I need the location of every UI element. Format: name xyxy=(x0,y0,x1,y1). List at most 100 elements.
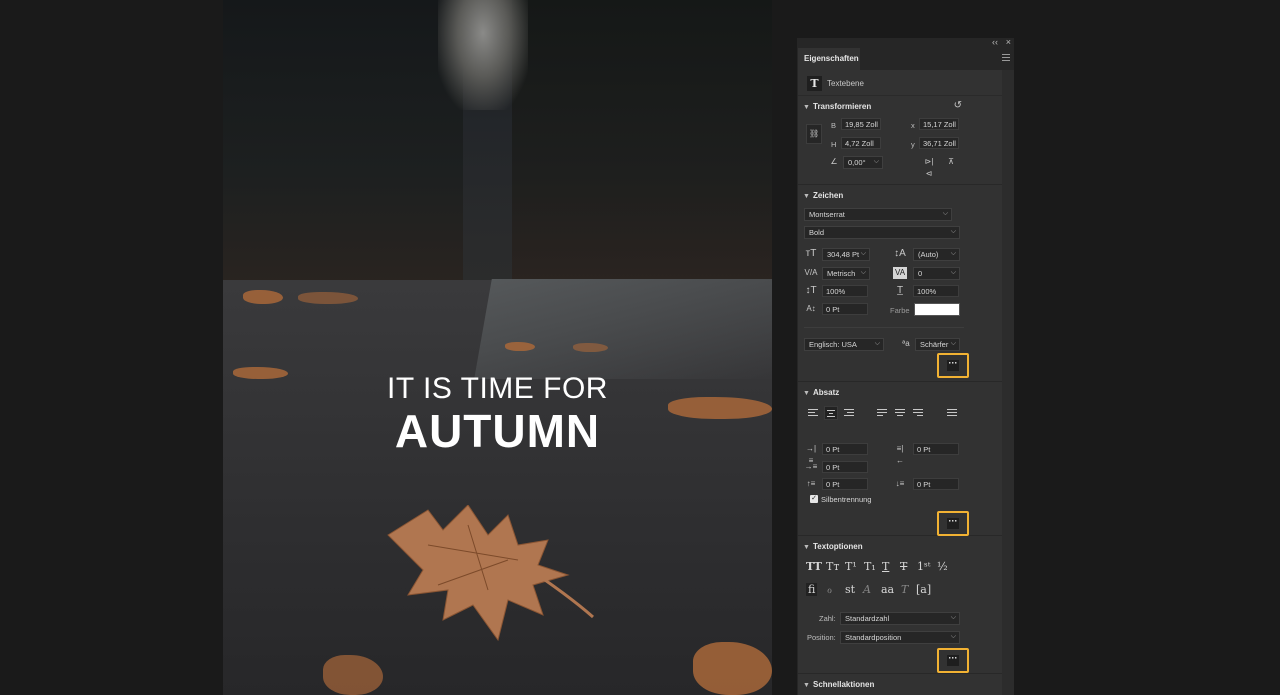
chevron-down-icon: ▼ xyxy=(803,104,810,111)
section-header-paragraph[interactable]: ▼ Absatz xyxy=(803,388,839,397)
oldstyle-icon[interactable]: T xyxy=(901,583,908,596)
character-more-button[interactable]: ··· xyxy=(937,353,969,378)
space-before-icon: ↑≡ xyxy=(806,479,816,488)
tracking-icon: VA xyxy=(893,267,907,279)
indent-first-line-field[interactable]: 0 Pt xyxy=(822,461,868,473)
flip-horizontal-icon[interactable]: ⊳|⊲ xyxy=(922,156,936,180)
contextual-alternates-icon[interactable]: [a] xyxy=(916,583,931,596)
space-after-field[interactable]: 0 Pt xyxy=(913,478,959,490)
horizontal-scale-icon: T̲ xyxy=(896,285,904,296)
baseline-shift-icon: A↕ xyxy=(806,304,816,313)
section-text-options: ▼ Textoptionen TT Tᴛ T¹ T₁ T T 1ˢᵗ ½ ﬁ ℴ … xyxy=(798,536,1014,674)
section-header-quick-actions[interactable]: ▼ Schnellaktionen xyxy=(803,680,874,689)
chevron-down-icon: ▼ xyxy=(803,390,810,397)
x-label: x xyxy=(911,121,915,130)
fallen-leaf xyxy=(243,290,283,304)
headline-line-1[interactable]: IT IS TIME FOR xyxy=(223,372,772,406)
number-label: Zahl: xyxy=(819,614,836,623)
layer-type-row: T Textebene xyxy=(798,70,1014,96)
indent-right-field[interactable]: 0 Pt xyxy=(913,443,959,455)
stylistic-alternates-icon[interactable]: A xyxy=(863,583,871,596)
angle-field[interactable]: 0,00° ⌵ xyxy=(843,156,883,169)
link-dimensions-button[interactable]: ⛓ xyxy=(806,124,822,144)
fractions-icon[interactable]: ½ xyxy=(937,560,948,573)
kerning-field[interactable]: Metrisch ⌵ xyxy=(822,267,870,280)
y-label: y xyxy=(911,140,915,149)
justify-last-right-button[interactable] xyxy=(911,406,925,420)
panel-titlebar: ‹‹ × xyxy=(798,37,1014,48)
space-after-icon: ↓≡ xyxy=(895,479,905,488)
subscript-icon[interactable]: T₁ xyxy=(864,560,876,573)
font-style-dropdown[interactable]: Bold ⌵ xyxy=(804,226,960,239)
fallen-leaf xyxy=(298,292,358,304)
tab-properties[interactable]: Eigenschaften xyxy=(798,48,860,70)
kerning-icon: V/A xyxy=(804,268,818,277)
underline-icon[interactable]: T xyxy=(882,560,889,573)
leading-icon: ↕A xyxy=(894,248,906,259)
document-canvas[interactable]: IT IS TIME FOR AUTUMN xyxy=(223,0,772,695)
divider xyxy=(804,327,964,328)
forest-right xyxy=(512,0,772,290)
x-field[interactable]: 15,17 Zoll xyxy=(919,118,959,130)
swash-icon[interactable]: st xyxy=(845,583,855,596)
forest-left xyxy=(223,0,463,290)
chain-link-icon: ⛓ xyxy=(809,129,820,138)
text-options-more-button[interactable]: ··· xyxy=(937,648,969,673)
section-header-transform[interactable]: ▼ Transformieren xyxy=(803,102,871,111)
all-caps-icon[interactable]: TT xyxy=(806,560,822,573)
justify-last-center-button[interactable] xyxy=(893,406,907,420)
text-color-swatch[interactable] xyxy=(914,303,960,316)
position-label: Position: xyxy=(807,633,836,642)
horizontal-scale-field[interactable]: 100% xyxy=(913,285,959,297)
hyphenate-checkbox[interactable]: ✓ xyxy=(810,495,818,503)
space-before-field[interactable]: 0 Pt xyxy=(822,478,868,490)
justify-all-button[interactable] xyxy=(945,406,959,420)
collapse-icon[interactable]: ‹‹ xyxy=(992,37,998,47)
section-header-character[interactable]: ▼ Zeichen xyxy=(803,191,843,200)
flip-vertical-icon[interactable]: ⊼ xyxy=(945,156,957,168)
fallen-leaf xyxy=(573,343,608,352)
text-layer-icon: T xyxy=(807,76,822,91)
ordinals-icon[interactable]: 1ˢᵗ xyxy=(917,560,930,573)
width-field[interactable]: 19,85 Zoll xyxy=(841,118,881,130)
align-center-button[interactable] xyxy=(824,406,838,420)
chevron-down-icon: ▼ xyxy=(803,682,810,689)
properties-panel: ‹‹ × Eigenschaften T Textebene ▼ Transfor… xyxy=(797,37,1014,695)
font-size-field[interactable]: 304,48 Pt ⌵ xyxy=(822,248,870,261)
section-quick-actions: ▼ Schnellaktionen xyxy=(798,674,1014,694)
strikethrough-icon[interactable]: T xyxy=(900,560,907,573)
baseline-shift-field[interactable]: 0 Pt xyxy=(822,303,868,315)
indent-first-line-icon: →≡ xyxy=(804,462,818,471)
superscript-icon[interactable]: T¹ xyxy=(845,560,857,573)
justify-last-left-button[interactable] xyxy=(875,406,889,420)
y-field[interactable]: 36,71 Zoll xyxy=(919,137,959,149)
height-field[interactable]: 4,72 Zoll xyxy=(841,137,881,149)
align-right-button[interactable] xyxy=(842,406,856,420)
vertical-scale-field[interactable]: 100% xyxy=(822,285,868,297)
indent-left-field[interactable]: 0 Pt xyxy=(822,443,868,455)
align-left-button[interactable] xyxy=(806,406,820,420)
leading-field[interactable]: (Auto) ⌵ xyxy=(913,248,960,261)
maple-leaf xyxy=(387,505,594,642)
language-dropdown[interactable]: Englisch: USA ⌵ xyxy=(804,338,884,351)
headline-line-2[interactable]: AUTUMN xyxy=(223,404,772,458)
ligatures-icon[interactable]: ﬁ xyxy=(806,583,818,596)
chevron-down-icon: ▼ xyxy=(803,544,810,551)
paragraph-more-button[interactable]: ··· xyxy=(937,511,969,536)
section-paragraph: ▼ Absatz →|≡ 0 Pt ≡|← 0 Pt →≡ 0 Pt ↑≡ 0 P… xyxy=(798,382,1014,536)
hyphenate-label: Silbentrennung xyxy=(821,495,872,504)
close-icon[interactable]: × xyxy=(1006,37,1011,47)
titling-alternates-icon[interactable]: aa xyxy=(881,583,894,596)
panel-menu-icon[interactable] xyxy=(1002,54,1010,61)
small-caps-icon[interactable]: Tᴛ xyxy=(826,560,839,573)
reset-transform-icon[interactable]: ↺ xyxy=(954,100,962,112)
section-character: ▼ Zeichen Montserrat ⌵ Bold ⌵ ᴛT 304,48 Pt ⌵… xyxy=(798,185,1014,382)
discretionary-ligatures-icon[interactable]: ℴ xyxy=(827,583,832,596)
section-header-text-options[interactable]: ▼ Textoptionen xyxy=(803,542,863,551)
font-family-dropdown[interactable]: Montserrat ⌵ xyxy=(804,208,952,221)
position-dropdown[interactable]: Standardposition ⌵ xyxy=(840,631,960,644)
antialias-dropdown[interactable]: Schärfer ⌵ xyxy=(915,338,960,351)
tracking-field[interactable]: 0 ⌵ xyxy=(913,267,960,280)
number-dropdown[interactable]: Standardzahl ⌵ xyxy=(840,612,960,625)
panel-scrollbar[interactable] xyxy=(1002,70,1014,695)
